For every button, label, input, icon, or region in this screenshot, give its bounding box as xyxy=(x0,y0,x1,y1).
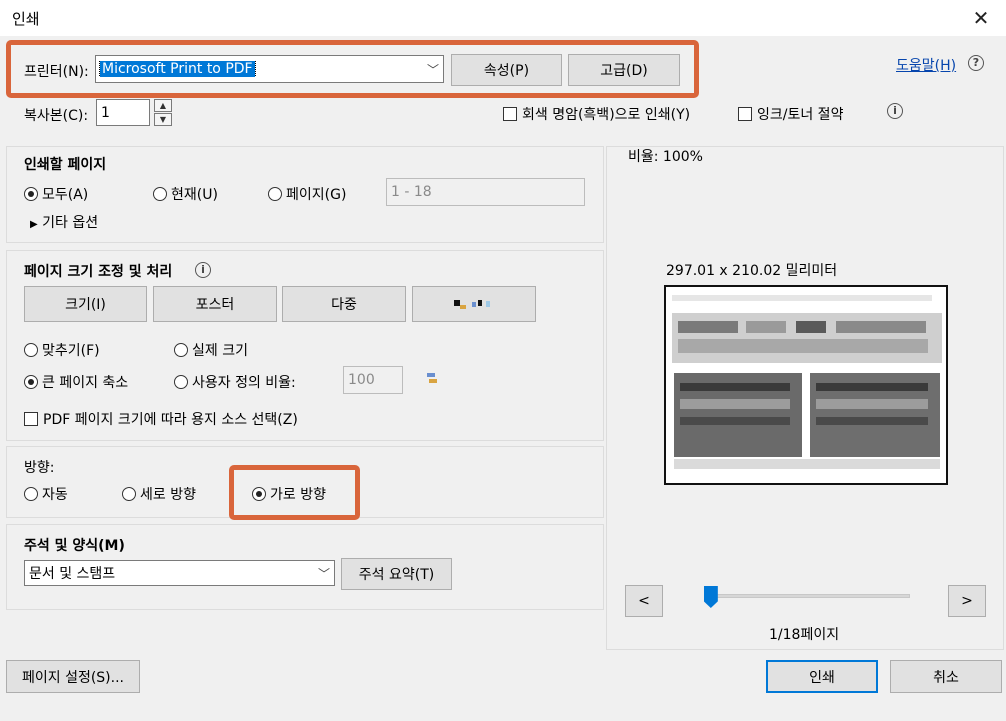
page-slider-track[interactable] xyxy=(704,594,910,598)
comments-heading: 주석 및 양식(M) xyxy=(24,538,125,554)
help-link[interactable]: 도움말(H) xyxy=(896,55,956,75)
page-preview xyxy=(664,285,948,485)
radio-shrink[interactable]: 큰 페이지 축소 xyxy=(24,372,128,392)
radio-auto[interactable]: 자동 xyxy=(24,484,68,504)
radio-circle[interactable] xyxy=(268,187,282,201)
pdf-source-label: PDF 페이지 크기에 따라 용지 소스 선택(Z) xyxy=(43,412,298,428)
radio-circle[interactable] xyxy=(24,343,38,357)
radio-circle[interactable] xyxy=(153,187,167,201)
radio-circle[interactable] xyxy=(174,343,188,357)
radio-shrink-label: 큰 페이지 축소 xyxy=(42,375,129,391)
previous-page-button[interactable]: < xyxy=(625,585,663,617)
close-icon[interactable]: ✕ xyxy=(966,3,996,33)
radio-portrait-label: 세로 방향 xyxy=(140,487,196,503)
comments-selected-value: 문서 및 스탬프 xyxy=(29,566,116,582)
radio-pages-label: 페이지(G) xyxy=(286,187,347,203)
radio-current[interactable]: 현재(U) xyxy=(153,184,218,204)
copies-stepper[interactable]: ▲ ▼ xyxy=(154,99,172,126)
pages-heading: 인쇄할 페이지 xyxy=(24,157,107,173)
radio-circle[interactable] xyxy=(174,375,188,389)
radio-circle[interactable] xyxy=(24,187,38,201)
help-icon[interactable]: ? xyxy=(968,55,984,71)
page-range-input[interactable]: 1 - 18 xyxy=(386,178,585,206)
pdf-source-checkbox[interactable]: PDF 페이지 크기에 따라 용지 소스 선택(Z) xyxy=(24,409,298,429)
chevron-down-icon: ﹀ xyxy=(317,566,330,581)
scale-readout: 비율: 100% xyxy=(628,149,703,165)
radio-actual-label: 실제 크기 xyxy=(192,343,248,359)
grayscale-checkbox[interactable]: 회색 명암(흑백)으로 인쇄(Y) xyxy=(503,104,690,124)
print-button[interactable]: 인쇄 xyxy=(766,660,878,693)
checkbox-box[interactable] xyxy=(738,107,752,121)
copies-label: 복사본(C): xyxy=(24,108,89,124)
stepper-down-icon[interactable]: ▼ xyxy=(154,113,172,126)
radio-circle[interactable] xyxy=(24,375,38,389)
triangle-right-icon: ▶ xyxy=(30,219,38,230)
grayscale-label: 회색 명암(흑백)으로 인쇄(Y) xyxy=(522,107,691,123)
page-indicator: 1/18페이지 xyxy=(769,627,840,643)
orientation-heading: 방향: xyxy=(24,460,55,476)
cancel-button[interactable]: 취소 xyxy=(890,660,1002,693)
radio-auto-label: 자동 xyxy=(42,487,68,503)
radio-circle[interactable] xyxy=(24,487,38,501)
booklet-icon xyxy=(454,300,490,309)
checkbox-box[interactable] xyxy=(24,412,38,426)
comments-select[interactable]: 문서 및 스탬프 ﹀ xyxy=(24,560,335,586)
page-preview-image xyxy=(666,287,946,483)
more-options-label: 기타 옵션 xyxy=(42,215,99,231)
tab-size[interactable]: 크기(I) xyxy=(24,286,147,322)
info-icon[interactable]: i xyxy=(887,103,903,119)
radio-portrait[interactable]: 세로 방향 xyxy=(122,484,196,504)
checkbox-box[interactable] xyxy=(503,107,517,121)
radio-custom-scale[interactable]: 사용자 정의 비율: xyxy=(174,372,296,392)
next-page-button[interactable]: > xyxy=(948,585,986,617)
sizing-heading: 페이지 크기 조정 및 처리 xyxy=(24,264,173,280)
radio-pages[interactable]: 페이지(G) xyxy=(268,184,346,204)
page-setup-button[interactable]: 페이지 설정(S)... xyxy=(6,660,140,693)
stepper-up-icon[interactable]: ▲ xyxy=(154,99,172,112)
save-ink-checkbox[interactable]: 잉크/토너 절약 xyxy=(738,104,843,124)
tab-multiple[interactable]: 다중 xyxy=(282,286,406,322)
radio-fit-label: 맞추기(F) xyxy=(42,343,100,359)
copies-input[interactable]: 1 xyxy=(96,99,150,126)
radio-all[interactable]: 모두(A) xyxy=(24,184,88,204)
info-icon[interactable]: i xyxy=(195,262,211,278)
radio-all-label: 모두(A) xyxy=(42,187,89,203)
title-bar xyxy=(0,0,1006,36)
radio-custom-label: 사용자 정의 비율: xyxy=(192,375,296,391)
radio-fit[interactable]: 맞추기(F) xyxy=(24,340,100,360)
landscape-highlight xyxy=(229,465,360,520)
radio-circle[interactable] xyxy=(122,487,136,501)
tab-booklet[interactable] xyxy=(412,286,536,322)
radio-current-label: 현재(U) xyxy=(171,187,218,203)
more-options-toggle[interactable]: ▶ 기타 옵션 xyxy=(30,212,98,232)
page-dimensions: 297.01 x 210.02 밀리미터 xyxy=(666,263,838,279)
printer-highlight xyxy=(6,40,699,98)
radio-actual-size[interactable]: 실제 크기 xyxy=(174,340,248,360)
summarize-comments-button[interactable]: 주석 요약(T) xyxy=(341,558,452,590)
custom-scale-input[interactable]: 100 xyxy=(343,366,403,394)
tab-poster[interactable]: 포스터 xyxy=(153,286,277,322)
percent-stepper-icon[interactable] xyxy=(426,372,438,390)
window-title: 인쇄 xyxy=(12,10,40,28)
save-ink-label: 잉크/토너 절약 xyxy=(757,107,844,123)
